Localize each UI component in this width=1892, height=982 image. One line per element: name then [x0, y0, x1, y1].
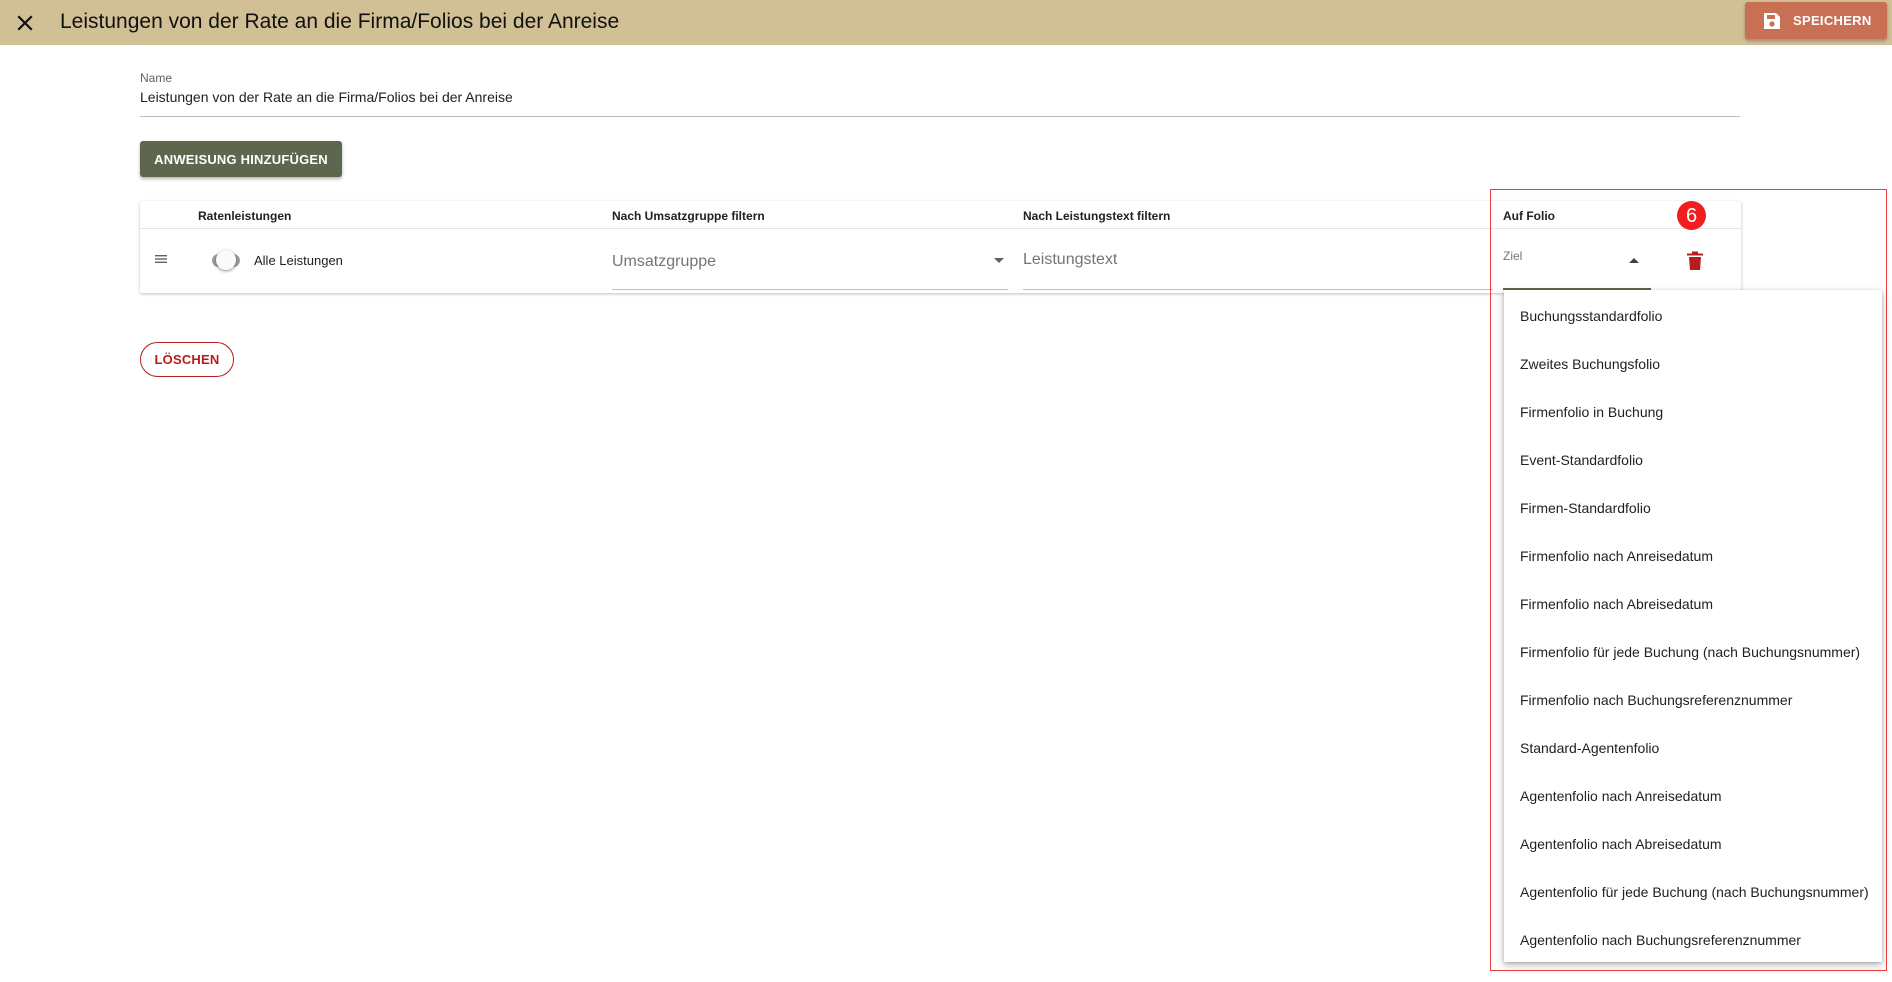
toggle-thumb — [216, 250, 236, 270]
dropdown-option[interactable]: Event-Standardfolio — [1504, 436, 1882, 484]
all-services-toggle[interactable] — [210, 250, 242, 270]
column-header-revenue-group: Nach Umsatzgruppe filtern — [612, 209, 765, 223]
save-button[interactable]: SPEICHERN — [1745, 2, 1887, 39]
caret-down-icon — [994, 258, 1004, 263]
column-header-folio: Auf Folio — [1503, 209, 1555, 223]
folio-dropdown-menu: Buchungsstandardfolio Zweites Buchungsfo… — [1504, 290, 1882, 962]
dropdown-option[interactable]: Agentenfolio für jede Buchung (nach Buch… — [1504, 868, 1882, 916]
dropdown-option[interactable]: Firmenfolio nach Buchungsreferenznummer — [1504, 676, 1882, 724]
dropdown-option[interactable]: Standard-Agentenfolio — [1504, 724, 1882, 772]
dropdown-option[interactable]: Agentenfolio nach Anreisedatum — [1504, 772, 1882, 820]
name-field-value[interactable]: Leistungen von der Rate an die Firma/Fol… — [140, 89, 1740, 105]
service-text-input[interactable] — [1023, 251, 1493, 269]
save-button-label: SPEICHERN — [1793, 13, 1872, 28]
column-header-rate-services: Ratenleistungen — [198, 209, 292, 223]
dropdown-option[interactable]: Firmenfolio für jede Buchung (nach Buchu… — [1504, 628, 1882, 676]
drag-handle-icon[interactable] — [154, 253, 168, 265]
column-header-service-text: Nach Leistungstext filtern — [1023, 209, 1171, 223]
target-folio-label: Ziel — [1503, 249, 1523, 263]
dropdown-option[interactable]: Firmenfolio in Buchung — [1504, 388, 1882, 436]
close-button[interactable] — [8, 6, 42, 40]
dropdown-option[interactable]: Buchungsstandardfolio — [1504, 292, 1882, 340]
dropdown-option[interactable]: Zweites Buchungsfolio — [1504, 340, 1882, 388]
top-bar: Leistungen von der Rate an die Firma/Fol… — [0, 0, 1892, 45]
close-icon — [17, 15, 33, 31]
target-folio-select[interactable]: Ziel — [1503, 237, 1651, 290]
dropdown-option[interactable]: Agentenfolio nach Abreisedatum — [1504, 820, 1882, 868]
dropdown-option[interactable]: Firmen-Standardfolio — [1504, 484, 1882, 532]
floppy-disk-icon — [1764, 12, 1780, 29]
trash-icon[interactable] — [1686, 251, 1704, 271]
name-field[interactable]: Name Leistungen von der Rate an die Firm… — [140, 71, 1740, 117]
revenue-group-placeholder: Umsatzgruppe — [612, 253, 717, 270]
caret-up-icon — [1629, 258, 1639, 263]
revenue-group-select[interactable]: Umsatzgruppe — [612, 237, 1008, 290]
add-instruction-button[interactable]: ANWEISUNG HINZUFÜGEN — [140, 141, 342, 177]
delete-button[interactable]: LÖSCHEN — [140, 342, 234, 377]
table-header-row: Ratenleistungen Nach Umsatzgruppe filter… — [140, 201, 1741, 229]
name-field-label: Name — [140, 71, 173, 85]
page-title: Leistungen von der Rate an die Firma/Fol… — [60, 10, 620, 33]
all-services-label: Alle Leistungen — [254, 253, 343, 268]
service-text-field[interactable] — [1023, 237, 1493, 290]
dropdown-option[interactable]: Agentenfolio nach Buchungsreferenznummer — [1504, 916, 1882, 962]
step-badge: 6 — [1677, 201, 1706, 230]
dropdown-option[interactable]: Firmenfolio nach Abreisedatum — [1504, 580, 1882, 628]
instruction-table: Ratenleistungen Nach Umsatzgruppe filter… — [140, 201, 1741, 293]
dropdown-option[interactable]: Firmenfolio nach Anreisedatum — [1504, 532, 1882, 580]
